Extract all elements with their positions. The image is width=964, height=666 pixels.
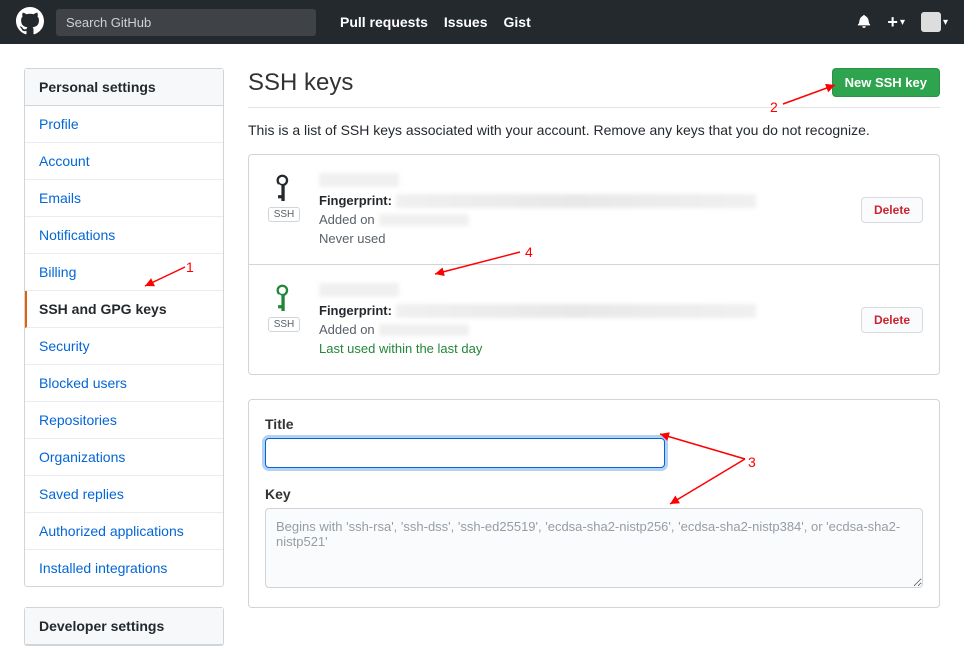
added-date-redacted (379, 324, 469, 336)
title-input[interactable] (265, 438, 665, 468)
key-name-redacted (319, 173, 399, 187)
added-label: Added on (319, 212, 375, 227)
key-type-badge: SSH (268, 317, 301, 332)
title-field-label: Title (265, 416, 923, 432)
create-new-icon[interactable]: +▾ (887, 12, 905, 33)
key-name-redacted (319, 283, 399, 297)
added-label: Added on (319, 322, 375, 337)
notifications-bell-icon[interactable] (857, 14, 871, 31)
delete-key-button[interactable]: Delete (861, 307, 923, 333)
sidebar-item-account[interactable]: Account (25, 143, 223, 180)
fingerprint-redacted (396, 194, 756, 208)
key-usage-status: Never used (319, 231, 845, 246)
ssh-key-row: SSH Fingerprint: Added on Last used with… (249, 265, 939, 374)
added-date-redacted (379, 214, 469, 226)
fingerprint-redacted (396, 304, 756, 318)
fingerprint-label: Fingerprint: (319, 303, 392, 318)
ssh-key-list: SSH Fingerprint: Added on Never used Del… (248, 154, 940, 375)
sidebar-header-personal: Personal settings (25, 69, 223, 106)
ssh-key-row: SSH Fingerprint: Added on Never used Del… (249, 155, 939, 265)
delete-key-button[interactable]: Delete (861, 197, 923, 223)
sidebar-item-emails[interactable]: Emails (25, 180, 223, 217)
key-textarea[interactable] (265, 508, 923, 588)
sidebar-item-installed-integrations[interactable]: Installed integrations (25, 550, 223, 586)
sidebar-item-billing[interactable]: Billing (25, 254, 223, 291)
sidebar-item-orgs[interactable]: Organizations (25, 439, 223, 476)
settings-sidebar: Personal settings Profile Account Emails… (24, 68, 224, 666)
sidebar-item-blocked[interactable]: Blocked users (25, 365, 223, 402)
add-key-form: Title Key (248, 399, 940, 608)
new-ssh-key-button[interactable]: New SSH key (832, 68, 940, 97)
page-description: This is a list of SSH keys associated wi… (248, 122, 940, 138)
sidebar-item-profile[interactable]: Profile (25, 106, 223, 143)
main-content: SSH keys New SSH key This is a list of S… (248, 68, 940, 666)
fingerprint-label: Fingerprint: (319, 193, 392, 208)
key-field-label: Key (265, 486, 923, 502)
nav-pull-requests[interactable]: Pull requests (340, 14, 428, 30)
sidebar-header-developer: Developer settings (25, 608, 223, 645)
sidebar-item-repos[interactable]: Repositories (25, 402, 223, 439)
sidebar-item-ssh-gpg: SSH and GPG keys (25, 291, 223, 328)
avatar-icon (921, 12, 941, 32)
key-type-badge: SSH (268, 207, 301, 222)
nav-gist[interactable]: Gist (504, 14, 531, 30)
top-nav: Pull requests Issues Gist +▾ ▾ (0, 0, 964, 44)
page-title: SSH keys (248, 69, 353, 97)
search-input[interactable] (56, 9, 316, 36)
sidebar-item-notifications[interactable]: Notifications (25, 217, 223, 254)
user-menu[interactable]: ▾ (921, 12, 948, 32)
nav-issues[interactable]: Issues (444, 14, 488, 30)
key-usage-status: Last used within the last day (319, 341, 845, 356)
sidebar-item-authorized-apps[interactable]: Authorized applications (25, 513, 223, 550)
key-icon (270, 283, 298, 311)
sidebar-item-security[interactable]: Security (25, 328, 223, 365)
sidebar-item-saved-replies[interactable]: Saved replies (25, 476, 223, 513)
key-icon (270, 173, 298, 201)
github-logo-icon[interactable] (16, 7, 44, 38)
